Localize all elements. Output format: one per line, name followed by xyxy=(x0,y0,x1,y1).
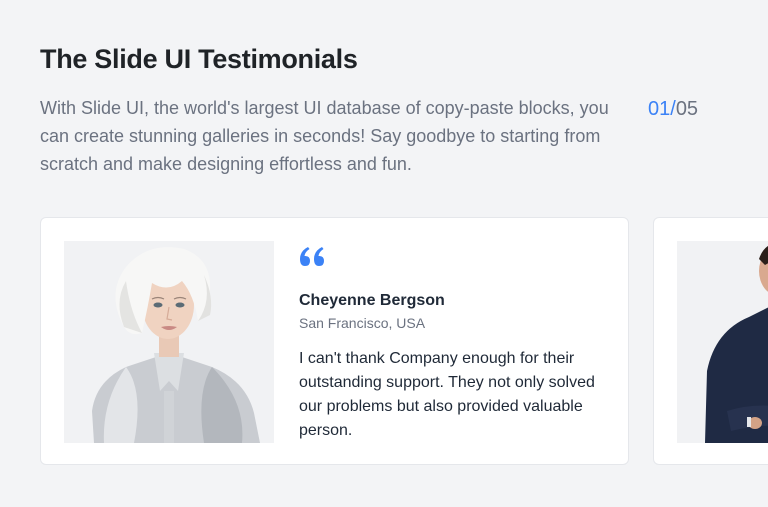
section-title: The Slide UI Testimonials xyxy=(40,44,358,74)
slide-counter: 01/05 xyxy=(648,96,698,122)
testimonial-photo xyxy=(677,241,768,443)
testimonial-card[interactable]: Cheyenne Bergson San Francisco, USA I ca… xyxy=(40,217,629,465)
quote-icon xyxy=(300,247,324,266)
testimonial-author-location: San Francisco, USA xyxy=(299,315,426,331)
man-portrait-image xyxy=(677,241,768,443)
woman-portrait-image xyxy=(64,241,274,443)
testimonial-photo xyxy=(64,241,274,443)
slide-counter-total: 05 xyxy=(675,98,699,120)
slide-counter-current: 01 xyxy=(648,98,671,120)
section-description: With Slide UI, the world's largest UI da… xyxy=(40,98,609,174)
testimonial-quote: I can't thank Company enough for their o… xyxy=(299,350,595,439)
testimonial-card-next[interactable] xyxy=(653,217,768,465)
testimonials-section: The Slide UI Testimonials With Slide UI,… xyxy=(0,0,768,507)
testimonial-author-name: Cheyenne Bergson xyxy=(299,292,445,309)
